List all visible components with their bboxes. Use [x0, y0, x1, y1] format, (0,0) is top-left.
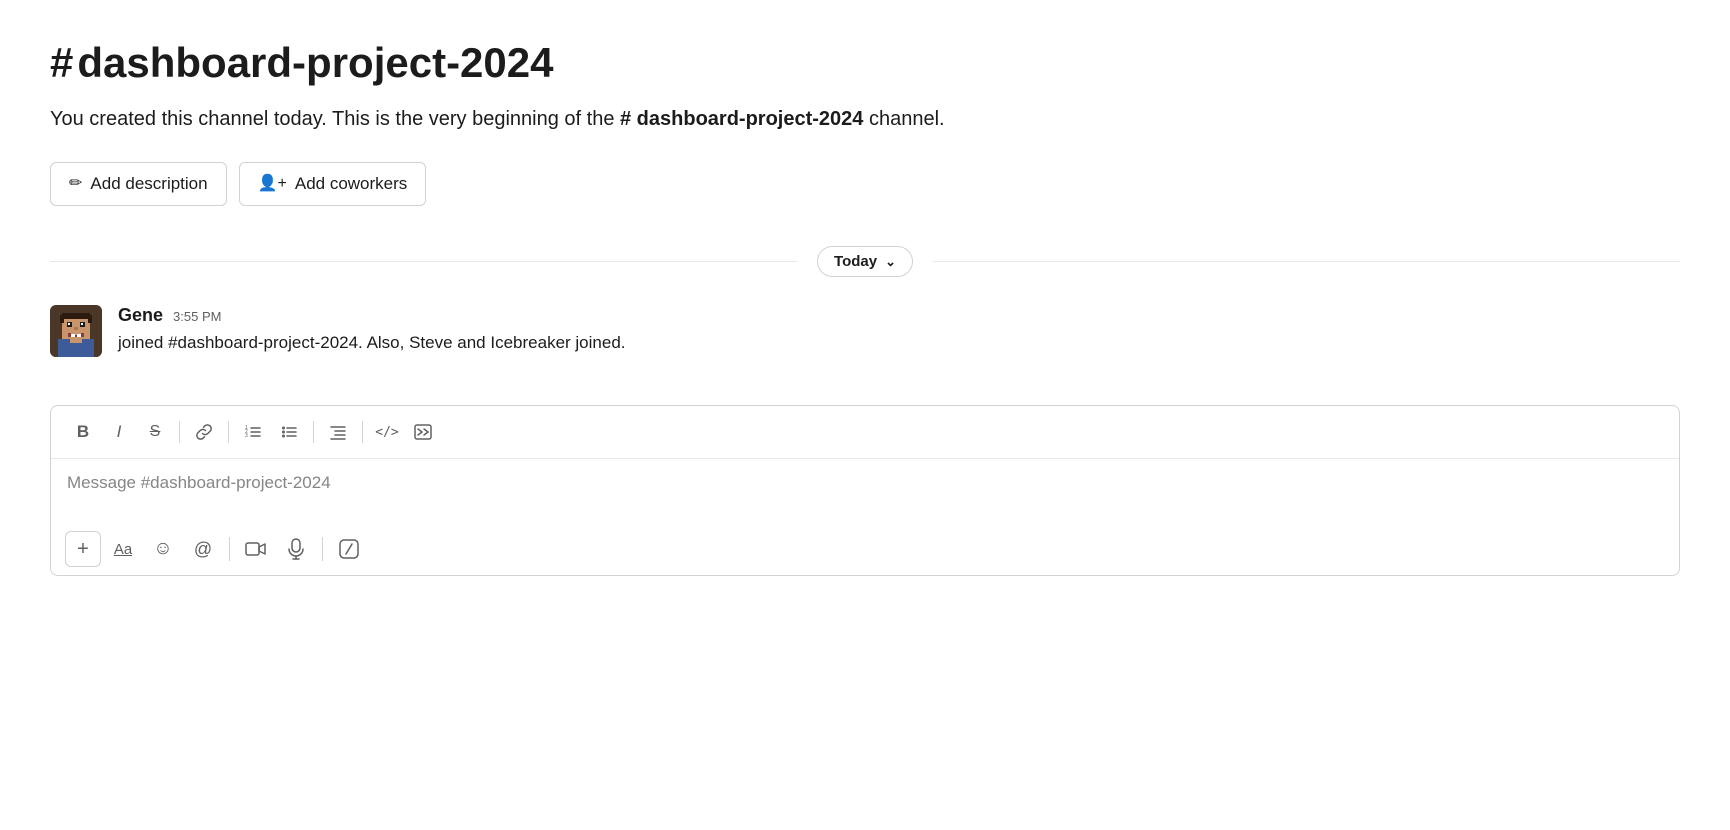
bold-button[interactable]: B [67, 416, 99, 448]
description-suffix: channel. [863, 108, 944, 130]
message-text: joined #dashboard-project-2024. Also, St… [118, 330, 1680, 356]
message-time: 3:55 PM [173, 309, 221, 324]
divider-right [933, 261, 1680, 262]
audio-button[interactable] [278, 531, 314, 567]
message-area: Gene 3:55 PM joined #dashboard-project-2… [50, 305, 1680, 405]
chevron-down-icon: ⌄ [885, 254, 896, 270]
bottom-divider-2 [322, 537, 323, 561]
message-item: Gene 3:55 PM joined #dashboard-project-2… [50, 305, 1680, 357]
slash-command-button[interactable] [331, 531, 367, 567]
indent-button[interactable] [322, 416, 354, 448]
avatar [50, 305, 102, 357]
link-button[interactable] [188, 416, 220, 448]
add-coworkers-label: Add coworkers [295, 173, 407, 195]
svg-text:3: 3 [245, 433, 248, 439]
compose-placeholder: Message #dashboard-project-2024 [67, 473, 331, 492]
toolbar-divider-1 [179, 421, 180, 443]
code-block-button[interactable] [407, 416, 439, 448]
message-header: Gene 3:55 PM [118, 305, 1680, 326]
emoji-button[interactable]: ☺ [145, 531, 181, 567]
channel-name: dashboard-project-2024 [77, 40, 553, 86]
unordered-list-button[interactable] [273, 416, 305, 448]
channel-description: You created this channel today. This is … [50, 104, 1680, 134]
ordered-list-button[interactable]: 1 2 3 [237, 416, 269, 448]
message-author: Gene [118, 305, 163, 326]
compose-box: B I S 1 2 3 [50, 405, 1680, 576]
description-prefix: You created this channel today. This is … [50, 108, 620, 130]
today-badge[interactable]: Today ⌄ [817, 246, 913, 277]
action-buttons: ✏ Add description 👤+ Add coworkers [50, 162, 1680, 206]
toolbar-divider-4 [362, 421, 363, 443]
bottom-divider-1 [229, 537, 230, 561]
add-description-label: Add description [90, 173, 207, 195]
strikethrough-button[interactable]: S [139, 416, 171, 448]
today-label: Today [834, 253, 877, 270]
add-coworkers-button[interactable]: 👤+ Add coworkers [239, 162, 427, 206]
compose-input[interactable]: Message #dashboard-project-2024 [51, 459, 1679, 523]
main-content: # dashboard-project-2024 You created thi… [0, 0, 1730, 576]
message-content: Gene 3:55 PM joined #dashboard-project-2… [118, 305, 1680, 356]
avatar-image [50, 305, 102, 357]
text-format-button[interactable]: Aa [105, 531, 141, 567]
add-person-icon: 👤+ [258, 174, 287, 195]
channel-title-row: # dashboard-project-2024 [50, 40, 1680, 86]
divider-left [50, 261, 797, 262]
mention-button[interactable]: @ [185, 531, 221, 567]
pencil-icon: ✏ [69, 174, 82, 195]
italic-button[interactable]: I [103, 416, 135, 448]
add-description-button[interactable]: ✏ Add description [50, 162, 227, 206]
video-button[interactable] [238, 531, 274, 567]
hash-icon: # [50, 42, 73, 84]
toolbar-divider-3 [313, 421, 314, 443]
compose-bottom-toolbar: + Aa ☺ @ [51, 523, 1679, 575]
code-button[interactable]: </> [371, 416, 403, 448]
date-divider: Today ⌄ [50, 246, 1680, 277]
description-channel-ref: # dashboard-project-2024 [620, 108, 863, 130]
compose-toolbar: B I S 1 2 3 [51, 406, 1679, 459]
toolbar-divider-2 [228, 421, 229, 443]
attachment-button[interactable]: + [65, 531, 101, 567]
